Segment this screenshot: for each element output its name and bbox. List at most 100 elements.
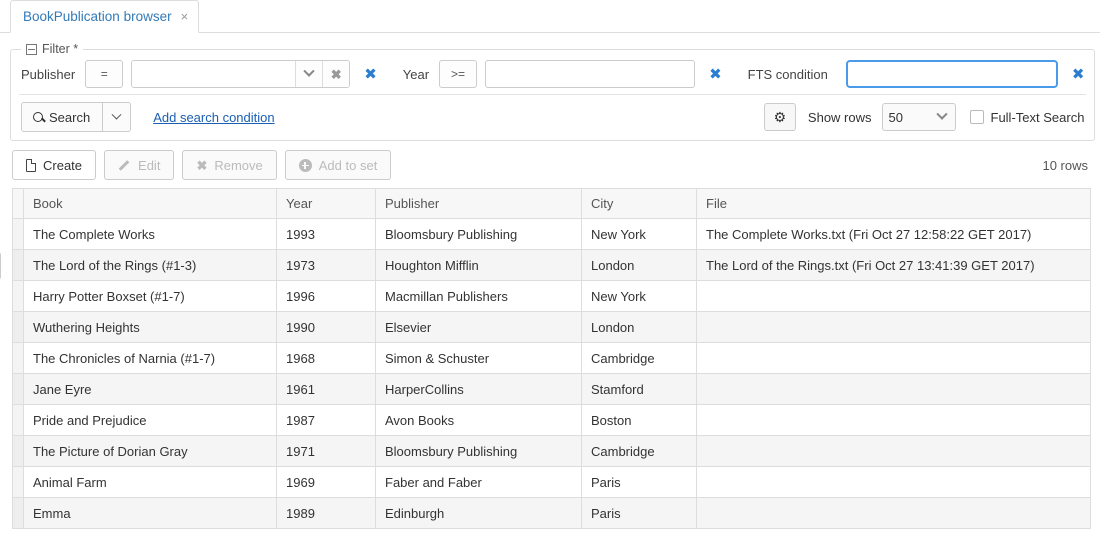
collapse-icon[interactable]	[26, 43, 37, 55]
cell-book: Wuthering Heights	[23, 311, 277, 343]
cell-city: London	[581, 249, 697, 281]
cell-city: Paris	[581, 466, 697, 498]
tab-bookpublication-browser[interactable]: BookPublication browser ×	[10, 0, 200, 33]
show-rows-label: Show rows	[807, 109, 872, 125]
cell-publisher: Bloomsbury Publishing	[375, 218, 582, 250]
cell-city: Cambridge	[581, 435, 697, 467]
filter-input-fts[interactable]	[845, 60, 1058, 88]
create-button[interactable]: Create	[12, 150, 97, 180]
cell-city: Cambridge	[581, 342, 697, 374]
clear-icon-publisher[interactable]: ✖	[322, 61, 350, 87]
cell-year: 1990	[276, 311, 376, 343]
cell-file	[696, 280, 1091, 312]
filter-input-year[interactable]	[485, 60, 696, 88]
table-zone: Book Year Publisher City File The Comple…	[0, 188, 1100, 529]
search-icon	[33, 112, 43, 122]
column-header-publisher[interactable]: Publisher	[375, 188, 582, 219]
row-select-gutter[interactable]	[12, 435, 24, 467]
cell-year: 1969	[276, 466, 376, 498]
close-icon[interactable]: ×	[181, 10, 189, 23]
cell-year: 1993	[276, 218, 376, 250]
table-row[interactable]: Animal Farm 1969 Faber and Faber Paris	[12, 466, 1091, 498]
data-table: Book Year Publisher City File The Comple…	[12, 188, 1091, 529]
cell-year: 1996	[276, 280, 376, 312]
action-buttons: Create Edit ✖ Remove Add to set	[12, 150, 392, 180]
add-search-condition-link[interactable]: Add search condition	[153, 110, 274, 125]
cell-city: Boston	[581, 404, 697, 436]
chevron-down-icon	[111, 109, 122, 120]
cell-publisher: Faber and Faber	[375, 466, 582, 498]
select-all-gutter[interactable]	[12, 188, 24, 219]
gear-icon: ⚙	[773, 108, 787, 125]
add-to-set-button[interactable]: Add to set	[284, 150, 392, 180]
cell-city: Stamford	[581, 373, 697, 405]
cell-file	[696, 342, 1091, 374]
row-select-gutter[interactable]	[12, 373, 24, 405]
chevron-down-icon[interactable]	[295, 61, 323, 87]
filter-options: ⚙ Show rows 50 Full-Text Search	[763, 103, 1084, 131]
x-icon: ✖	[196, 157, 208, 173]
filter-operator-year[interactable]: >=	[439, 60, 478, 88]
row-select-gutter[interactable]	[12, 218, 24, 250]
cell-book: Harry Potter Boxset (#1-7)	[23, 280, 277, 312]
plus-icon	[298, 158, 312, 172]
column-header-file[interactable]: File	[696, 188, 1091, 219]
cell-city: London	[581, 311, 697, 343]
cell-year: 1973	[276, 249, 376, 281]
cell-file	[696, 373, 1091, 405]
row-select-gutter[interactable]	[12, 280, 24, 312]
table-row[interactable]: The Lord of the Rings (#1-3) 1973 Houghton…	[12, 249, 1091, 281]
table-row[interactable]: The Picture of Dorian Gray 1971 Bloomsbury…	[12, 435, 1091, 467]
row-select-gutter[interactable]	[12, 342, 24, 374]
action-toolbar: Create Edit ✖ Remove Add to set 10 rows	[0, 141, 1100, 188]
settings-button[interactable]: ⚙	[763, 103, 796, 131]
table-row[interactable]: Wuthering Heights 1990 Elsevier London	[12, 311, 1091, 343]
edit-button[interactable]: Edit	[104, 150, 175, 180]
row-select-gutter[interactable]	[12, 311, 24, 343]
cell-file: The Lord of the Rings.txt (Fri Oct 27 13…	[696, 249, 1091, 281]
table-row[interactable]: Emma 1989 Edinburgh Paris	[12, 497, 1091, 529]
row-select-gutter[interactable]	[12, 404, 24, 436]
table-header-row: Book Year Publisher City File	[12, 188, 1091, 219]
add-to-set-button-label: Add to set	[318, 157, 378, 173]
row-select-gutter[interactable]	[12, 466, 24, 498]
cell-file: The Complete Works.txt (Fri Oct 27 12:58…	[696, 218, 1091, 250]
cell-publisher: Edinburgh	[375, 497, 582, 529]
table-row[interactable]: Pride and Prejudice 1987 Avon Books Boston	[12, 404, 1091, 436]
table-row[interactable]: Harry Potter Boxset (#1-7) 1996 Macmillan …	[12, 280, 1091, 312]
remove-button[interactable]: ✖ Remove	[182, 150, 277, 180]
table-row[interactable]: Jane Eyre 1961 HarperCollins Stamford	[12, 373, 1091, 405]
filter-legend: Filter *	[21, 42, 83, 56]
column-header-city[interactable]: City	[581, 188, 697, 219]
cell-publisher: Macmillan Publishers	[375, 280, 582, 312]
filter-conditions-row: Publisher = ✖ ✖ Year >= ✖ FTS condition …	[19, 60, 1086, 94]
cell-book: Animal Farm	[23, 466, 277, 498]
cell-city: Paris	[581, 497, 697, 529]
cell-publisher: HarperCollins	[375, 373, 582, 405]
cell-year: 1987	[276, 404, 376, 436]
cell-file	[696, 435, 1091, 467]
cell-year: 1989	[276, 497, 376, 529]
row-select-gutter[interactable]	[12, 497, 24, 529]
column-header-book[interactable]: Book	[23, 188, 277, 219]
search-dropdown-button[interactable]	[103, 102, 132, 132]
create-button-label: Create	[43, 157, 83, 173]
edit-button-label: Edit	[138, 157, 161, 173]
filter-operator-publisher[interactable]: =	[85, 60, 124, 88]
table-row[interactable]: The Chronicles of Narnia (#1-7) 1968 Simon…	[12, 342, 1091, 374]
column-header-year[interactable]: Year	[276, 188, 376, 219]
remove-condition-fts[interactable]: ✖	[1072, 66, 1085, 82]
cell-publisher: Avon Books	[375, 404, 582, 436]
cell-publisher: Elsevier	[375, 311, 582, 343]
remove-condition-publisher[interactable]: ✖	[364, 66, 377, 82]
panel-expand-handle[interactable]	[0, 252, 1, 280]
show-rows-select[interactable]: 50	[881, 103, 956, 131]
table-row[interactable]: The Complete Works 1993 Bloomsbury Publish…	[12, 218, 1091, 250]
row-select-gutter[interactable]	[12, 249, 24, 281]
cell-book: The Complete Works	[23, 218, 277, 250]
full-text-search-checkbox[interactable]: Full-Text Search	[969, 110, 1084, 125]
remove-condition-year[interactable]: ✖	[709, 66, 722, 82]
chevron-down-icon	[935, 108, 948, 120]
search-button[interactable]: Search	[21, 102, 104, 132]
filter-input-publisher[interactable]	[132, 61, 296, 87]
